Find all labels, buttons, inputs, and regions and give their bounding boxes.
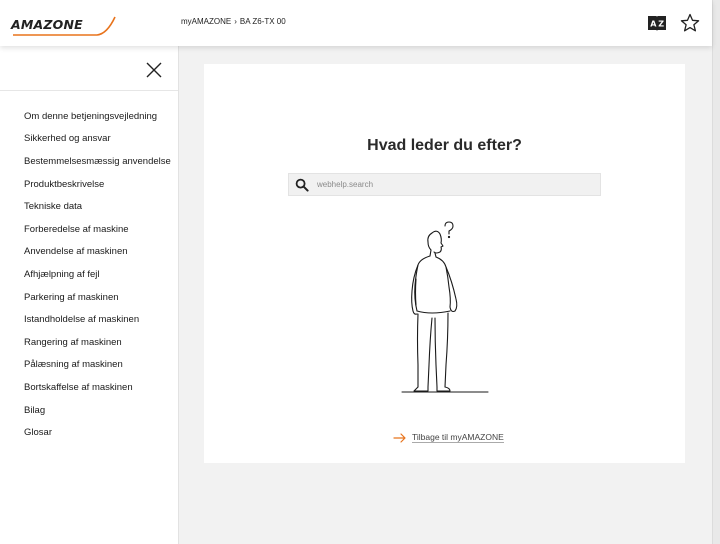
amazone-logo[interactable]: AMAZONE [11, 13, 117, 37]
svg-text:Z: Z [658, 20, 664, 29]
close-icon[interactable] [145, 61, 163, 79]
sidebar-item-tekniske-data[interactable]: Tekniske data [0, 195, 178, 218]
back-link-label: Tilbage til myAMAZONE [412, 432, 504, 443]
sidebar-item-forberedelse-af-maskine[interactable]: Forberedelse af maskine [0, 218, 178, 241]
sidebar-item-istandholdelse-af-maskinen[interactable]: Istandholdelse af maskinen [0, 308, 178, 331]
search-icon [295, 178, 309, 192]
breadcrumb-item-document[interactable]: BA Z6-TX 00 [240, 17, 286, 26]
sidebar-top [0, 46, 178, 91]
sidebar-item-om-denne-betjeningsvejledning[interactable]: Om denne betjeningsvejledning [0, 105, 178, 128]
search-box[interactable] [288, 173, 601, 196]
favorite-star-icon[interactable] [680, 13, 700, 33]
page-title: Hvad leder du efter? [367, 137, 522, 154]
page-scrollbar[interactable] [712, 0, 720, 544]
back-to-myamazone-link[interactable]: Tilbage til myAMAZONE [393, 432, 504, 443]
sidebar-item-bortskaffelse-af-maskinen[interactable]: Bortskaffelse af maskinen [0, 376, 178, 399]
sidebar-item-rangering-af-maskinen[interactable]: Rangering af maskinen [0, 331, 178, 354]
sidebar-item-glosar[interactable]: Glosar [0, 421, 178, 444]
breadcrumb: myAMAZONE › BA Z6-TX 00 [181, 17, 286, 26]
breadcrumb-separator: › [234, 17, 237, 26]
glossary-book-icon[interactable]: A Z [647, 13, 667, 33]
sidebar-nav: Om denne betjeningsvejledning Sikkerhed … [0, 91, 178, 444]
search-card: Hvad leder du efter? webhelp.search Tilb… [204, 64, 685, 463]
breadcrumb-item-myamazone[interactable]: myAMAZONE [181, 17, 231, 26]
sidebar-item-paalaesning-af-maskinen[interactable]: Pålæsning af maskinen [0, 354, 178, 377]
svg-text:A: A [650, 20, 657, 29]
sidebar-item-anvendelse-af-maskinen[interactable]: Anvendelse af maskinen [0, 241, 178, 264]
sidebar-item-bestemmelsesmaessig-anvendelse[interactable]: Bestemmelsesmæssig anvendelse [0, 150, 178, 173]
top-header: AMAZONE myAMAZONE › BA Z6-TX 00 A Z [0, 0, 712, 46]
sidebar-item-parkering-af-maskinen[interactable]: Parkering af maskinen [0, 286, 178, 309]
sidebar: Om denne betjeningsvejledning Sikkerhed … [0, 46, 179, 544]
arrow-right-icon [393, 432, 406, 443]
sidebar-item-bilag[interactable]: Bilag [0, 399, 178, 422]
sidebar-item-produktbeskrivelse[interactable]: Produktbeskrivelse [0, 173, 178, 196]
logo-text: AMAZONE [11, 17, 83, 32]
search-input[interactable] [317, 180, 577, 189]
thinking-man-illustration [394, 219, 504, 397]
sidebar-item-afhjaelpning-af-fejl[interactable]: Afhjælpning af fejl [0, 263, 178, 286]
sidebar-item-sikkerhed-og-ansvar[interactable]: Sikkerhed og ansvar [0, 128, 178, 151]
